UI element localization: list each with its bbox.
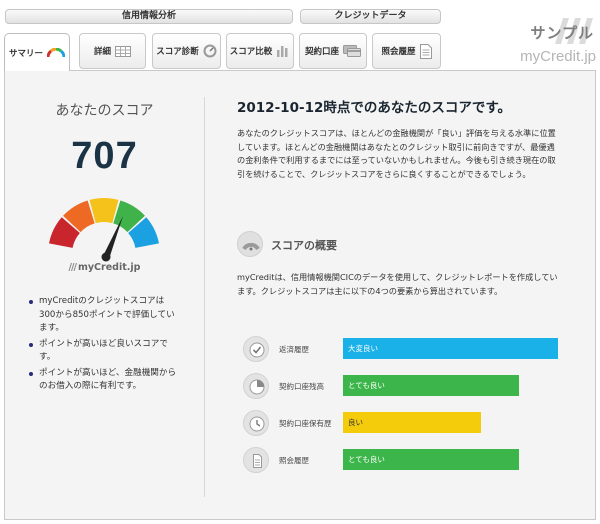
- summary-panel: あなたのスコア 707 ///myCredit.jp myCreditのクレジッ…: [4, 70, 596, 520]
- score-note: ポイントが高いほど、金融機関からのお借入の際に有利です。: [29, 367, 179, 394]
- gauge-pivot: [101, 252, 111, 262]
- factor-row-account-balance: 契約口座残高 とても良い: [243, 373, 563, 401]
- tab-accounts[interactable]: 契約口座: [299, 33, 367, 69]
- tab-inquiry-history[interactable]: 照会履歴: [372, 33, 441, 69]
- tab-score-diagnosis-label: スコア診断: [156, 47, 199, 57]
- overview-title: スコアの概要: [271, 239, 337, 252]
- factor-name: 契約口座残高: [279, 382, 324, 391]
- score-description: あなたのクレジットスコアは、ほとんどの金融機関が「良い」評価を与える水準に位置し…: [237, 128, 556, 179]
- factor-row-inquiry-history: 照会履歴 とても良い: [243, 447, 563, 475]
- tab-summary[interactable]: サマリー: [4, 33, 70, 71]
- factor-name: 契約口座保有歴: [279, 419, 332, 428]
- gauge-segment: [89, 198, 119, 224]
- sample-watermark: サンプル myCredit.jp: [505, 14, 600, 74]
- score-gauge: [49, 198, 159, 262]
- factor-row-payment-history: 返済履歴 大変良い: [243, 336, 563, 364]
- factor-rating-bar: 良い: [343, 412, 481, 433]
- document-icon: [419, 43, 432, 59]
- tab-accounts-label: 契約口座: [304, 47, 339, 57]
- column-divider: [204, 97, 205, 497]
- score-note: ポイントが高いほど良いスコアです。: [29, 338, 179, 365]
- tab-details-label: 詳細: [93, 47, 111, 57]
- mycredit-logo: ///myCredit.jp: [5, 262, 204, 273]
- mycredit-logo-icon: ///: [68, 262, 77, 273]
- group-header-credit-analysis: 信用情報分析: [5, 9, 293, 24]
- rainbow-gauge-icon: [47, 47, 65, 57]
- factor-name: 照会履歴: [279, 456, 309, 465]
- group-header-credit-data: クレジットデータ: [300, 9, 441, 24]
- score-note: myCreditのクレジットスコアは300から850ポイントで評価しています。: [29, 295, 179, 336]
- document-icon: [243, 447, 269, 473]
- overview-text: myCreditは、信用情報機関CICのデータを使用して、クレジットレポートを作…: [237, 272, 558, 296]
- card-icon: [343, 45, 361, 57]
- factor-rating-bar: とても良い: [343, 375, 519, 396]
- overview-gauge-icon: [237, 231, 263, 257]
- factor-row-account-age: 契約口座保有歴 良い: [243, 410, 563, 438]
- tab-score-diagnosis[interactable]: スコア診断: [152, 33, 221, 69]
- factor-rating-bar: 大変良い: [343, 338, 558, 359]
- tab-details[interactable]: 詳細: [79, 33, 146, 69]
- score-value: 707: [71, 135, 138, 177]
- watermark-logo-text: myCredit.jp: [520, 48, 596, 65]
- score-notes-list: myCreditのクレジットスコアは300から850ポイントで評価しています。 …: [29, 295, 179, 396]
- factor-rating-bar: とても良い: [343, 449, 519, 470]
- your-score-label: あなたのスコア: [55, 103, 154, 119]
- mycredit-logo-text: myCredit.jp: [77, 262, 141, 273]
- tab-score-compare[interactable]: スコア比較: [226, 33, 294, 69]
- factor-name: 返済履歴: [279, 345, 309, 354]
- table-icon: [115, 45, 131, 57]
- dial-icon: [203, 44, 217, 58]
- watermark-sample-text: サンプル: [530, 24, 594, 42]
- tab-inquiry-history-label: 照会履歴: [381, 47, 416, 57]
- bar-chart-icon: [277, 46, 288, 57]
- pie-chart-icon: [243, 373, 269, 399]
- tab-score-compare-label: スコア比較: [229, 47, 273, 57]
- score-date-headline: 2012-10-12時点でのあなたのスコアです。: [237, 100, 512, 116]
- tab-summary-label: サマリー: [8, 48, 43, 59]
- check-coin-icon: [243, 336, 269, 362]
- clock-icon: [243, 410, 269, 436]
